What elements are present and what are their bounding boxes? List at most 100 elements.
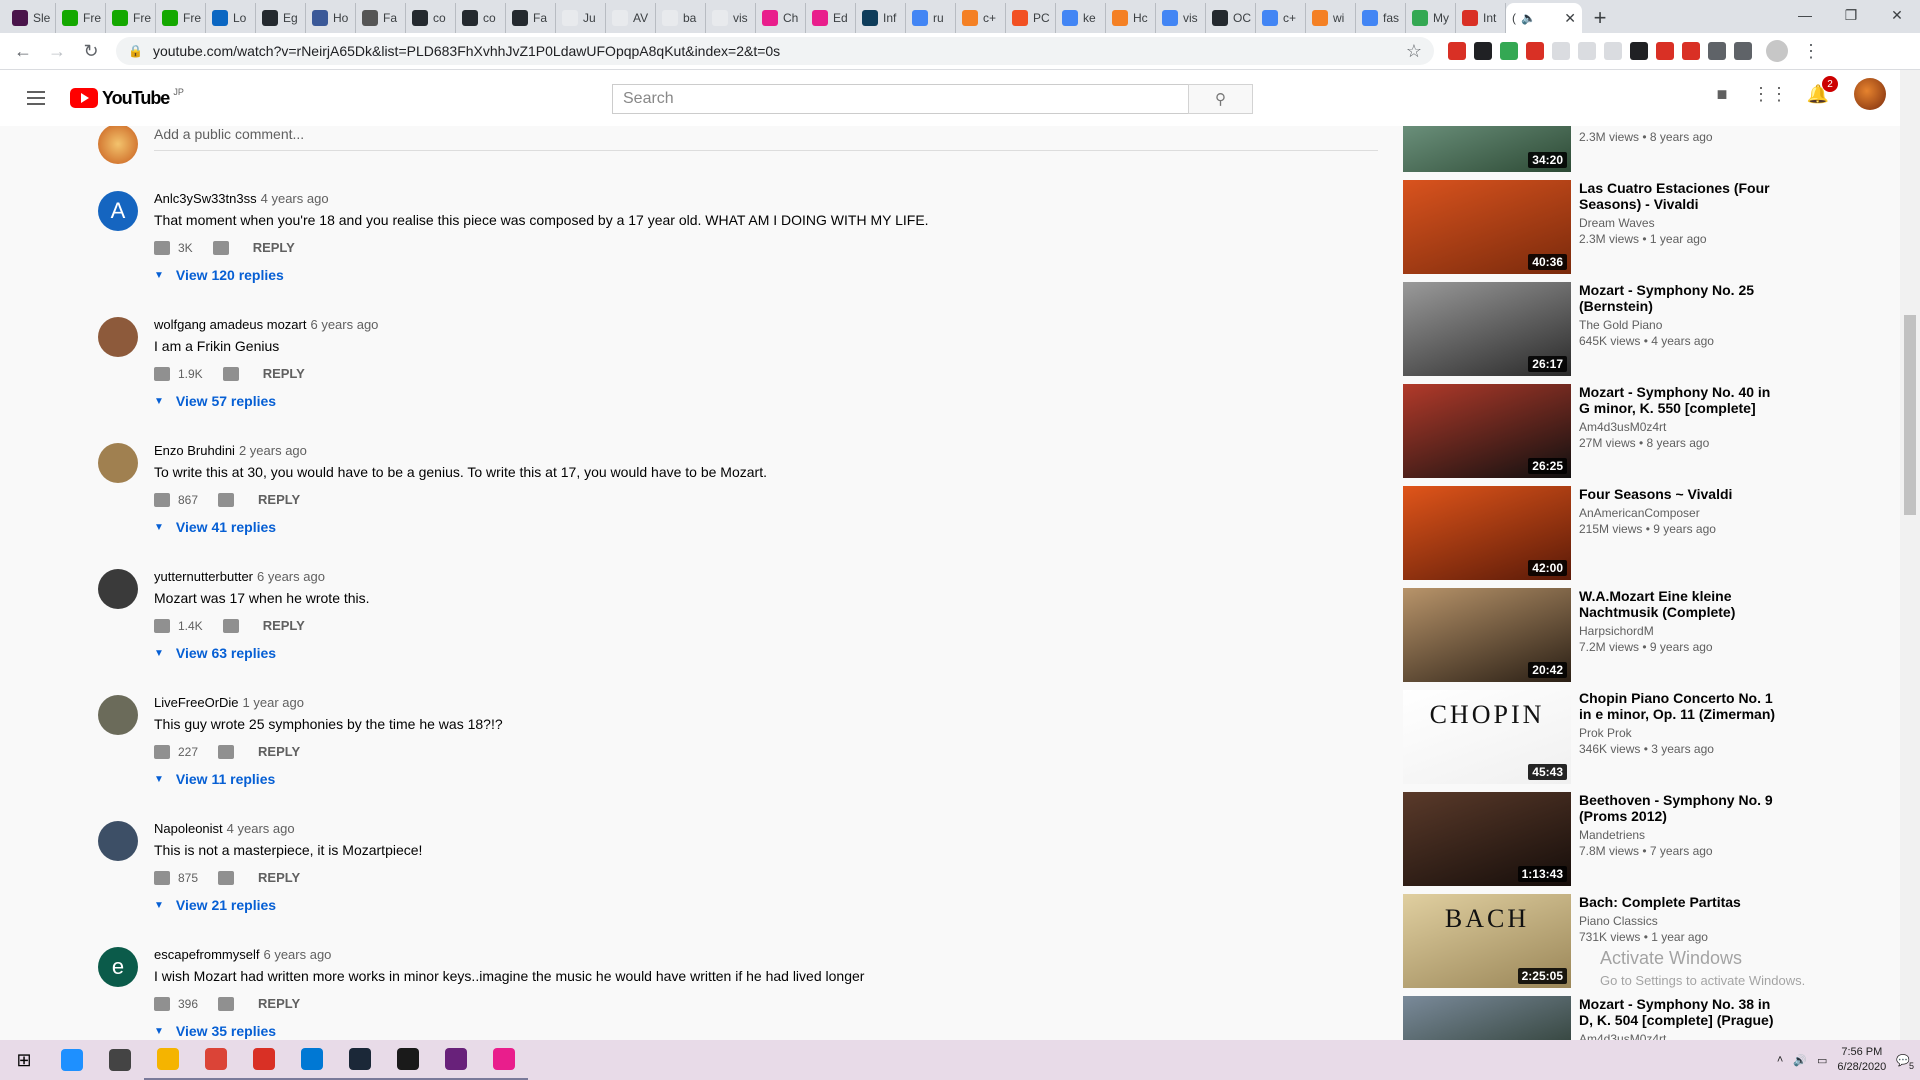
related-video[interactable]: 26:25 Mozart - Symphony No. 40 in G minor… bbox=[1403, 384, 1803, 478]
maximize-button[interactable]: ❐ bbox=[1828, 0, 1874, 30]
dislike-icon[interactable] bbox=[222, 618, 239, 633]
extension-icon[interactable] bbox=[1552, 42, 1570, 60]
like-icon[interactable] bbox=[154, 996, 170, 1011]
browser-tab[interactable]: My bbox=[1406, 3, 1456, 33]
browser-tab[interactable]: PC bbox=[1006, 3, 1056, 33]
comment-time[interactable]: 6 years ago bbox=[257, 569, 325, 584]
video-channel[interactable]: Piano Classics bbox=[1579, 914, 1779, 928]
related-video[interactable]: Mozart - Symphony No. 38 in D, K. 504 [c… bbox=[1403, 996, 1803, 1040]
browser-tab[interactable]: Ho bbox=[306, 3, 356, 33]
taskbar-app[interactable] bbox=[48, 1040, 96, 1080]
taskbar-app[interactable] bbox=[432, 1040, 480, 1080]
comment-author[interactable]: yutternutterbutter bbox=[154, 569, 253, 584]
browser-tab[interactable]: vis bbox=[706, 3, 756, 33]
comment-author[interactable]: escapefrommyself bbox=[154, 947, 259, 962]
browser-tab[interactable]: ru bbox=[906, 3, 956, 33]
bookmark-star-icon[interactable]: ☆ bbox=[1406, 41, 1422, 62]
commenter-avatar[interactable]: A bbox=[98, 191, 138, 231]
extension-icon[interactable] bbox=[1526, 42, 1544, 60]
video-thumbnail[interactable]: BACH 2:25:05 bbox=[1403, 894, 1571, 988]
browser-tab[interactable]: Inf bbox=[856, 3, 906, 33]
video-thumbnail[interactable]: CHOPIN 45:43 bbox=[1403, 690, 1571, 784]
video-title[interactable]: Bach: Complete Partitas bbox=[1579, 894, 1779, 910]
browser-tab[interactable]: Fre bbox=[56, 3, 106, 33]
comment-author[interactable]: Napoleonist bbox=[154, 821, 223, 836]
volume-icon[interactable]: 🔊 bbox=[1793, 1054, 1807, 1067]
extension-icon[interactable] bbox=[1500, 42, 1518, 60]
video-title[interactable]: Mozart - Symphony No. 40 in G minor, K. … bbox=[1579, 384, 1779, 416]
related-video[interactable]: 40:36 Las Cuatro Estaciones (Four Seasons… bbox=[1403, 180, 1803, 274]
reload-icon[interactable]: ↻ bbox=[74, 36, 108, 66]
video-title[interactable]: Mozart - Symphony No. 38 in D, K. 504 [c… bbox=[1579, 996, 1779, 1028]
dislike-icon[interactable] bbox=[222, 366, 239, 381]
address-bar[interactable]: 🔒 youtube.com/watch?v=rNeirjA65Dk&list=P… bbox=[116, 37, 1434, 65]
extension-icon[interactable] bbox=[1604, 42, 1622, 60]
view-replies-button[interactable]: ▼ View 11 replies bbox=[154, 771, 1378, 787]
video-thumbnail[interactable]: 20:42 bbox=[1403, 588, 1571, 682]
video-thumbnail[interactable] bbox=[1403, 996, 1571, 1040]
browser-tab[interactable]: c+ bbox=[1256, 3, 1306, 33]
view-replies-button[interactable]: ▼ View 57 replies bbox=[154, 393, 1378, 409]
browser-tab[interactable]: Eg bbox=[256, 3, 306, 33]
extension-icon[interactable] bbox=[1474, 42, 1492, 60]
comment-time[interactable]: 6 years ago bbox=[310, 317, 378, 332]
extension-icon[interactable] bbox=[1448, 42, 1466, 60]
comment-time[interactable]: 2 years ago bbox=[239, 443, 307, 458]
extension-icon[interactable] bbox=[1682, 42, 1700, 60]
comment-time[interactable]: 4 years ago bbox=[261, 191, 329, 206]
video-title[interactable]: Four Seasons ~ Vivaldi bbox=[1579, 486, 1779, 502]
reply-button[interactable]: REPLY bbox=[258, 744, 300, 759]
close-window-button[interactable]: ✕ bbox=[1874, 0, 1920, 30]
taskbar-app[interactable] bbox=[192, 1040, 240, 1080]
browser-tab[interactable]: Ch bbox=[756, 3, 806, 33]
video-thumbnail[interactable]: 26:17 bbox=[1403, 282, 1571, 376]
browser-tab[interactable]: Ed bbox=[806, 3, 856, 33]
video-thumbnail[interactable]: 1:13:43 bbox=[1403, 792, 1571, 886]
browser-tab[interactable]: wi bbox=[1306, 3, 1356, 33]
browser-tab[interactable]: Fa bbox=[506, 3, 556, 33]
page-scrollbar[interactable] bbox=[1900, 70, 1920, 1040]
video-channel[interactable]: Dream Waves bbox=[1579, 216, 1779, 230]
reply-button[interactable]: REPLY bbox=[258, 996, 300, 1011]
tray-chevron-icon[interactable]: ˄ bbox=[1777, 1054, 1783, 1066]
reply-button[interactable]: REPLY bbox=[253, 240, 295, 255]
dislike-icon[interactable] bbox=[218, 996, 235, 1011]
view-replies-button[interactable]: ▼ View 63 replies bbox=[154, 645, 1378, 661]
related-video[interactable]: 1:13:43 Beethoven - Symphony No. 9 (Proms… bbox=[1403, 792, 1803, 886]
related-video[interactable]: 42:00 Four Seasons ~ Vivaldi AnAmericanCom… bbox=[1403, 486, 1803, 580]
video-channel[interactable]: Am4d3usM0z4rt bbox=[1579, 1032, 1779, 1040]
reply-button[interactable]: REPLY bbox=[258, 870, 300, 885]
related-video[interactable]: CHOPIN 45:43 Chopin Piano Concerto No. 1 i… bbox=[1403, 690, 1803, 784]
browser-tab[interactable]: Ju bbox=[556, 3, 606, 33]
extension-icon[interactable] bbox=[1656, 42, 1674, 60]
taskbar-app[interactable] bbox=[288, 1040, 336, 1080]
video-title[interactable]: Beethoven - Symphony No. 9 (Proms 2012) bbox=[1579, 792, 1779, 824]
view-replies-button[interactable]: ▼ View 21 replies bbox=[154, 897, 1378, 913]
extension-icon[interactable] bbox=[1708, 42, 1726, 60]
commenter-avatar[interactable] bbox=[98, 317, 138, 357]
video-channel[interactable]: Am4d3usM0z4rt bbox=[1579, 420, 1779, 434]
dislike-icon[interactable] bbox=[218, 492, 235, 507]
like-icon[interactable] bbox=[154, 744, 170, 759]
notifications-bell-icon[interactable]: 🔔 2 bbox=[1806, 76, 1838, 106]
video-thumbnail[interactable]: 34:20 bbox=[1403, 126, 1571, 172]
minimize-button[interactable]: — bbox=[1782, 0, 1828, 30]
like-icon[interactable] bbox=[154, 492, 170, 507]
like-icon[interactable] bbox=[154, 366, 170, 381]
like-icon[interactable] bbox=[154, 240, 170, 255]
browser-tab[interactable]: Lo bbox=[206, 3, 256, 33]
video-title[interactable]: W.A.Mozart Eine kleine Nachtmusik (Compl… bbox=[1579, 588, 1779, 620]
video-channel[interactable]: Prok Prok bbox=[1579, 726, 1779, 740]
browser-tab[interactable]: Fa bbox=[356, 3, 406, 33]
comment-time[interactable]: 6 years ago bbox=[263, 947, 331, 962]
related-video[interactable]: 26:17 Mozart - Symphony No. 25 (Bernstein… bbox=[1403, 282, 1803, 376]
comment-author[interactable]: wolfgang amadeus mozart bbox=[154, 317, 306, 332]
close-tab-icon[interactable]: ✕ bbox=[1564, 10, 1576, 27]
video-channel[interactable]: Mandetriens bbox=[1579, 828, 1779, 842]
action-center-icon[interactable]: 💬 5 bbox=[1896, 1054, 1914, 1071]
browser-tab[interactable]: vis bbox=[1156, 3, 1206, 33]
network-icon[interactable]: ▭ bbox=[1817, 1054, 1827, 1067]
create-video-icon[interactable]: ■ bbox=[1710, 82, 1734, 106]
view-replies-button[interactable]: ▼ View 35 replies bbox=[154, 1023, 1378, 1039]
browser-tab[interactable]: ba bbox=[656, 3, 706, 33]
